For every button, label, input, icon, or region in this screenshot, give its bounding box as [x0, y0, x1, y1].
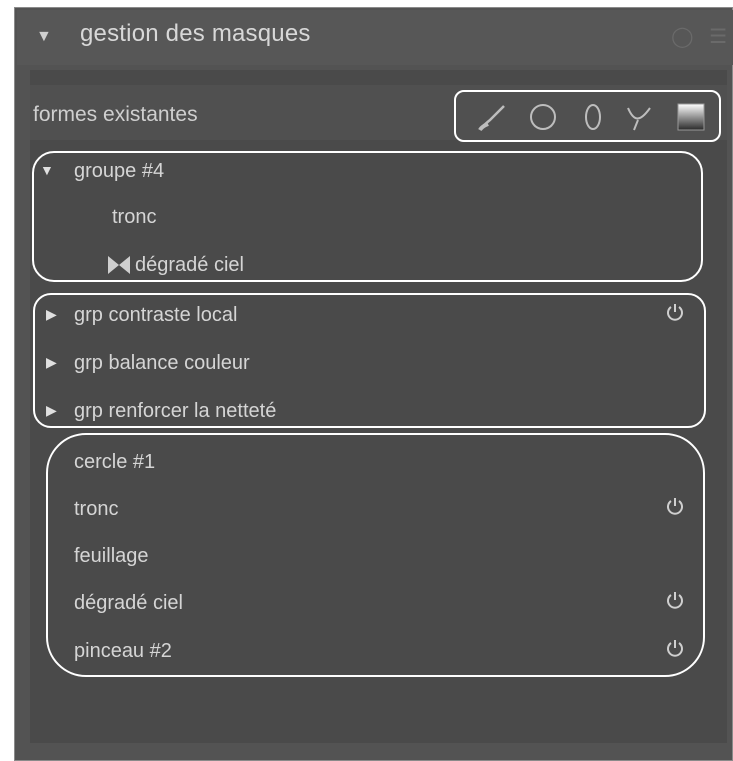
shape-row[interactable]: tronc [40, 490, 690, 530]
group-child-row[interactable]: tronc [40, 198, 690, 238]
group-name: groupe #4 [74, 160, 165, 182]
shape-label: feuillage [74, 545, 149, 567]
power-icon[interactable] [666, 591, 684, 609]
shape-row[interactable]: cercle #1 [40, 443, 690, 483]
existing-shapes-label: formes existantes [33, 103, 198, 126]
collapsed-group-row[interactable]: ▶ grp balance couleur [40, 344, 690, 384]
power-icon[interactable]: ◯ [671, 24, 693, 49]
group-child-row[interactable]: dégradé ciel [40, 246, 690, 286]
collapsed-group-label: grp contraste local [74, 304, 238, 326]
shape-row[interactable]: dégradé ciel [40, 584, 690, 624]
module-header[interactable]: ▼ gestion des masques ◯ ☰ [17, 10, 733, 65]
shape-label: cercle #1 [74, 451, 156, 473]
shape-label: tronc [74, 498, 119, 520]
collapsed-group-label: grp balance couleur [74, 352, 250, 374]
brush-icon[interactable] [474, 100, 508, 134]
shape-row[interactable]: feuillage [40, 537, 690, 577]
shape-row[interactable]: pinceau #2 [40, 632, 690, 672]
power-icon[interactable] [666, 639, 684, 657]
expand-triangle-icon[interactable]: ▶ [46, 306, 57, 323]
shape-label: dégradé ciel [74, 592, 183, 614]
power-icon[interactable] [666, 303, 684, 321]
shape-label: pinceau #2 [74, 640, 172, 662]
ellipse-icon[interactable] [576, 100, 610, 134]
module-title: gestion des masques [80, 20, 311, 47]
collapsed-group-row[interactable]: ▶ grp renforcer la netteté [40, 392, 690, 432]
group-child-label: tronc [112, 206, 157, 228]
shape-tools-toolbar [454, 90, 721, 142]
header-icons: ◯ ☰ [671, 24, 727, 49]
expand-triangle-icon[interactable]: ▶ [46, 402, 57, 419]
group-child-label: dégradé ciel [135, 254, 244, 276]
collapse-triangle-icon[interactable]: ▼ [36, 28, 52, 46]
expand-triangle-icon[interactable]: ▼ [40, 162, 54, 178]
group-row-expanded[interactable]: ▼ groupe #4 [40, 152, 690, 192]
menu-icon[interactable]: ☰ [709, 24, 727, 49]
path-icon[interactable] [622, 100, 656, 134]
power-icon[interactable] [666, 497, 684, 515]
expand-triangle-icon[interactable]: ▶ [46, 354, 57, 371]
circle-icon[interactable] [526, 100, 560, 134]
collapsed-group-row[interactable]: ▶ grp contraste local [40, 296, 690, 336]
gradient-icon[interactable] [674, 100, 708, 134]
collapsed-group-label: grp renforcer la netteté [74, 400, 277, 422]
gradient-shape-icon [108, 256, 130, 274]
